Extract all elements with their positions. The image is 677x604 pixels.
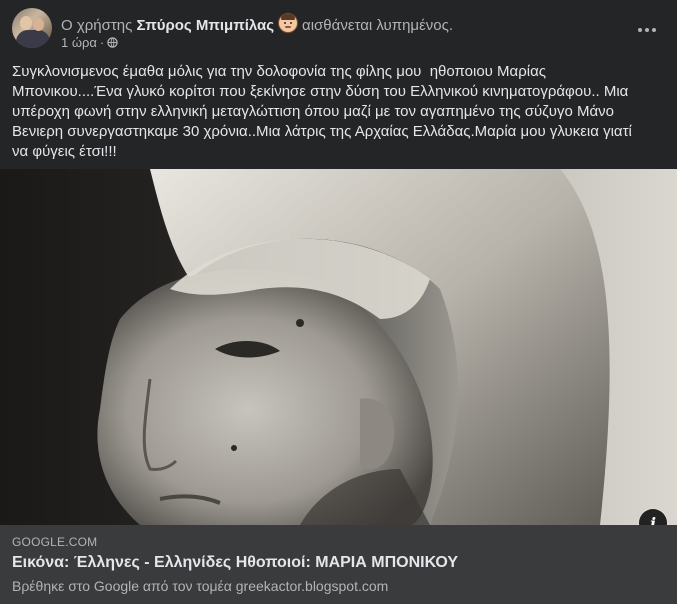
meta-separator: · [99, 35, 105, 50]
post-timestamp-link[interactable]: 1 ώρα [61, 35, 97, 50]
sad-face-emoji-icon [278, 13, 299, 33]
more-options-button[interactable] [629, 12, 665, 48]
post-header: Ο χρήστης Σπύρος Μπιμπίλας αισθάνεται λυπ… [12, 8, 665, 52]
globe-icon[interactable] [107, 37, 118, 48]
link-domain: GOOGLE.COM [12, 535, 98, 549]
shared-photo[interactable]: i [0, 169, 677, 525]
post-card: Ο χρήστης Σπύρος Μπιμπίλας αισθάνεται λυπ… [0, 0, 677, 604]
link-preview[interactable]: GOOGLE.COM Εικόνα: Έλληνες - Ελληνίδες Η… [0, 525, 677, 604]
portrait-image [0, 169, 677, 525]
link-subtitle: Βρέθηκε στο Google από τον τομέα greekac… [12, 578, 389, 594]
post-title-line: Ο χρήστης Σπύρος Μπιμπίλας αισθάνεται λυπ… [61, 13, 453, 35]
more-dots-icon [638, 28, 656, 32]
link-title[interactable]: Εικόνα: Έλληνες - Ελληνίδες Ηθοποιοί: ΜΑ… [12, 554, 458, 572]
post-meta: 1 ώρα · [61, 35, 118, 50]
feeling-text: αισθάνεται λυπημένος. [302, 17, 453, 34]
author-avatar[interactable] [12, 8, 52, 48]
post-body-text: Συγκλονισμενος έμαθα μόλις για την δολοφ… [12, 63, 632, 160]
author-prefix: Ο χρήστης [61, 17, 133, 34]
author-name-link[interactable]: Σπύρος Μπιμπίλας [137, 17, 275, 34]
